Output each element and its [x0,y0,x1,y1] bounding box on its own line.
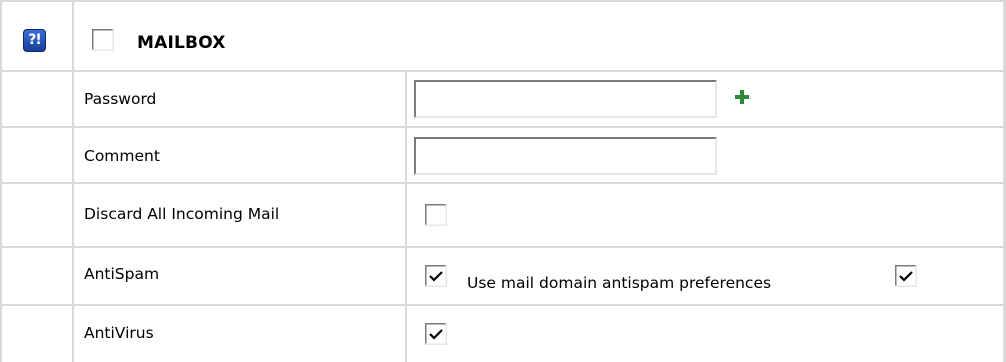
section-title: MAILBOX [137,33,226,53]
domain-antispam-label: Use mail domain antispam preferences [467,274,772,292]
grid-line [0,304,1006,306]
antispam-label: AntiSpam [84,265,160,283]
plus-icon[interactable] [735,90,749,104]
mailbox-settings-panel: ?! MAILBOX Password Comment Discard All … [0,0,1006,362]
antivirus-label: AntiVirus [84,324,154,342]
grid-line [0,126,1006,128]
grid-line [0,70,1006,72]
grid-line [0,246,1006,248]
help-icon[interactable]: ?! [23,29,46,52]
grid-line [0,0,2,362]
password-label: Password [84,90,157,108]
mailbox-enable-checkbox[interactable] [92,29,114,51]
comment-input[interactable] [414,137,717,175]
antispam-checkbox[interactable] [425,265,447,287]
comment-label: Comment [84,147,160,165]
grid-line [0,182,1006,184]
discard-incoming-checkbox[interactable] [425,204,447,226]
antivirus-checkbox[interactable] [425,323,447,345]
password-input[interactable] [414,80,717,118]
grid-line [0,0,1006,2]
grid-line [405,72,407,362]
discard-incoming-label: Discard All Incoming Mail [84,205,280,223]
domain-antispam-checkbox[interactable] [895,265,917,287]
grid-line [72,0,74,362]
